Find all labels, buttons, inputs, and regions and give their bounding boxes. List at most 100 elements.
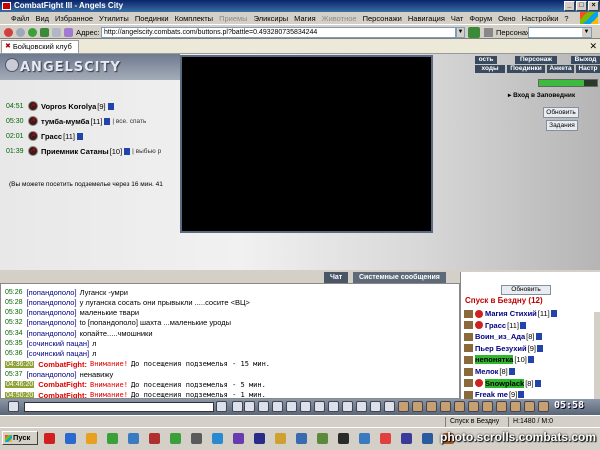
menu-item[interactable]: Вид	[32, 14, 52, 23]
location-user-row[interactable]: Мелок [8]	[464, 366, 515, 377]
toolbar-action-icon[interactable]	[232, 401, 243, 412]
taskbar-app-icon[interactable]	[338, 433, 349, 444]
chat-sender[interactable]: [сочинский пацан]	[27, 349, 90, 358]
toolbar-action-icon[interactable]	[300, 401, 311, 412]
location-user-name[interactable]: Пьер Безухий	[475, 344, 527, 353]
user-name[interactable]: Vopros Korolya	[41, 102, 96, 111]
menu-item[interactable]: Приемы	[216, 14, 250, 23]
close-button[interactable]: ×	[588, 1, 599, 11]
chat-time[interactable]: 05:34	[5, 330, 23, 337]
tab-profile[interactable]: Анкета	[547, 65, 574, 73]
user-name[interactable]: Грасс	[41, 132, 62, 141]
address-input[interactable]: http://angelscity.combats.com/buttons.pl…	[101, 27, 456, 38]
enter-reserve-link[interactable]: ▸ Вход в Заповедник	[508, 91, 575, 99]
chat-time[interactable]: 04:36:20	[5, 360, 35, 368]
location-user-name[interactable]: Freak me	[475, 390, 508, 399]
back-icon[interactable]	[16, 28, 25, 37]
location-user-row[interactable]: Магия Стихий [11]	[464, 308, 557, 319]
toolbar-action-icon[interactable]	[342, 401, 353, 412]
menu-item[interactable]: Персонажи	[360, 14, 405, 23]
menu-item[interactable]: Файл	[8, 14, 32, 23]
taskbar-app-icon[interactable]	[359, 433, 370, 444]
menu-item[interactable]: Комплекты	[172, 14, 217, 23]
refresh-icon[interactable]	[40, 28, 49, 37]
menu-item[interactable]: Навигация	[405, 14, 448, 23]
location-refresh-button[interactable]: Обновить	[501, 285, 551, 295]
toolbar-action-icon[interactable]	[412, 401, 423, 412]
tab-chat[interactable]: Чат	[324, 272, 349, 283]
user-info-icon[interactable]	[107, 102, 114, 110]
menu-item[interactable]: ?	[561, 14, 571, 23]
chat-sender[interactable]: [попандополо]	[27, 298, 77, 307]
forward-icon[interactable]	[28, 28, 37, 37]
user-info-icon[interactable]	[104, 117, 111, 125]
chat-time[interactable]: 05:37	[5, 371, 23, 378]
menu-item[interactable]: Избранное	[52, 14, 96, 23]
location-user-name[interactable]: Snowplack	[485, 378, 525, 388]
toolbar-action-icon[interactable]	[328, 401, 339, 412]
chat-settings-icon[interactable]	[8, 401, 19, 412]
user-info-icon[interactable]	[518, 391, 525, 399]
menu-item[interactable]: Эликсиры	[251, 14, 292, 23]
user-info-icon[interactable]	[550, 310, 557, 317]
toolbar-action-icon[interactable]	[482, 401, 493, 412]
toolbar-action-icon[interactable]	[244, 401, 255, 412]
refresh-button[interactable]: Обновить	[543, 107, 579, 118]
taskbar-app-icon[interactable]	[86, 433, 97, 444]
user-info-icon[interactable]	[508, 368, 515, 375]
chat-time[interactable]: 05:26	[5, 289, 23, 296]
chat-sender[interactable]: [попандополо]	[27, 370, 77, 379]
location-user-row[interactable]: Freak me [9]	[464, 389, 525, 399]
location-user-row[interactable]: Пьер Безухий [9]	[464, 343, 543, 354]
user-info-icon[interactable]	[534, 379, 541, 387]
persona-select[interactable]	[528, 27, 592, 38]
address-dropdown-icon[interactable]: ▼	[456, 27, 465, 38]
toolbar-action-icon[interactable]	[468, 401, 479, 412]
location-user-name[interactable]: Воин_из_Ада	[475, 332, 525, 341]
toolbar-action-icon[interactable]	[440, 401, 451, 412]
menu-item[interactable]: Форум	[466, 14, 495, 23]
chat-sender[interactable]: [попандополо]	[27, 308, 77, 317]
user-info-icon[interactable]	[520, 321, 527, 329]
close-tab-icon[interactable]: ✕	[589, 41, 597, 51]
menu-item[interactable]: Окно	[495, 14, 518, 23]
user-info-icon[interactable]	[77, 132, 84, 140]
taskbar-app-icon[interactable]	[401, 433, 412, 444]
location-user-row[interactable]: непонятка [10]	[464, 354, 534, 365]
taskbar-app-icon[interactable]	[170, 433, 181, 444]
toolbar-action-icon[interactable]	[398, 401, 409, 412]
maximize-button[interactable]: □	[576, 1, 587, 11]
chat-time[interactable]: 05:35	[5, 340, 23, 347]
tab-exit[interactable]: Выход	[571, 56, 600, 64]
menu-item[interactable]: Магия	[291, 14, 319, 23]
location-user-name[interactable]: Магия Стихий	[485, 309, 537, 318]
tab-system-messages[interactable]: Системные сообщения	[353, 272, 446, 283]
tab-character[interactable]: Персонаж	[515, 56, 557, 64]
chat-sender[interactable]: [сочинский пацан]	[27, 339, 90, 348]
toolbar-action-icon[interactable]	[510, 401, 521, 412]
toolbar-icon[interactable]	[484, 28, 493, 37]
location-user-name[interactable]: непонятка	[475, 355, 514, 365]
toolbar-action-icon[interactable]	[286, 401, 297, 412]
go-button[interactable]	[468, 27, 480, 38]
chat-time[interactable]: 05:36	[5, 350, 23, 357]
menu-item[interactable]: Чат	[448, 14, 466, 23]
toolbar-action-icon[interactable]	[538, 401, 549, 412]
user-info-icon[interactable]	[124, 147, 131, 155]
user-name[interactable]: Приемник Сатаны	[41, 147, 109, 156]
chat-sender[interactable]: [попандополо]	[27, 329, 77, 338]
taskbar-app-icon[interactable]	[422, 433, 433, 444]
taskbar-app-icon[interactable]	[191, 433, 202, 444]
taskbar-app-icon[interactable]	[233, 433, 244, 444]
chat-time[interactable]: 05:32	[5, 319, 23, 326]
user-info-icon[interactable]	[527, 356, 534, 364]
location-user-name[interactable]: Грасс	[485, 321, 506, 330]
menu-item[interactable]: Настройки	[519, 14, 562, 23]
chat-time[interactable]: 04:50:20	[5, 391, 35, 398]
toolbar-action-icon[interactable]	[454, 401, 465, 412]
quests-button[interactable]: Задания	[546, 120, 578, 131]
taskbar-app-icon[interactable]	[44, 433, 55, 444]
tab-settings[interactable]: Настр	[576, 65, 600, 73]
taskbar-app-icon[interactable]	[128, 433, 139, 444]
menu-item[interactable]: Животное	[319, 14, 360, 23]
